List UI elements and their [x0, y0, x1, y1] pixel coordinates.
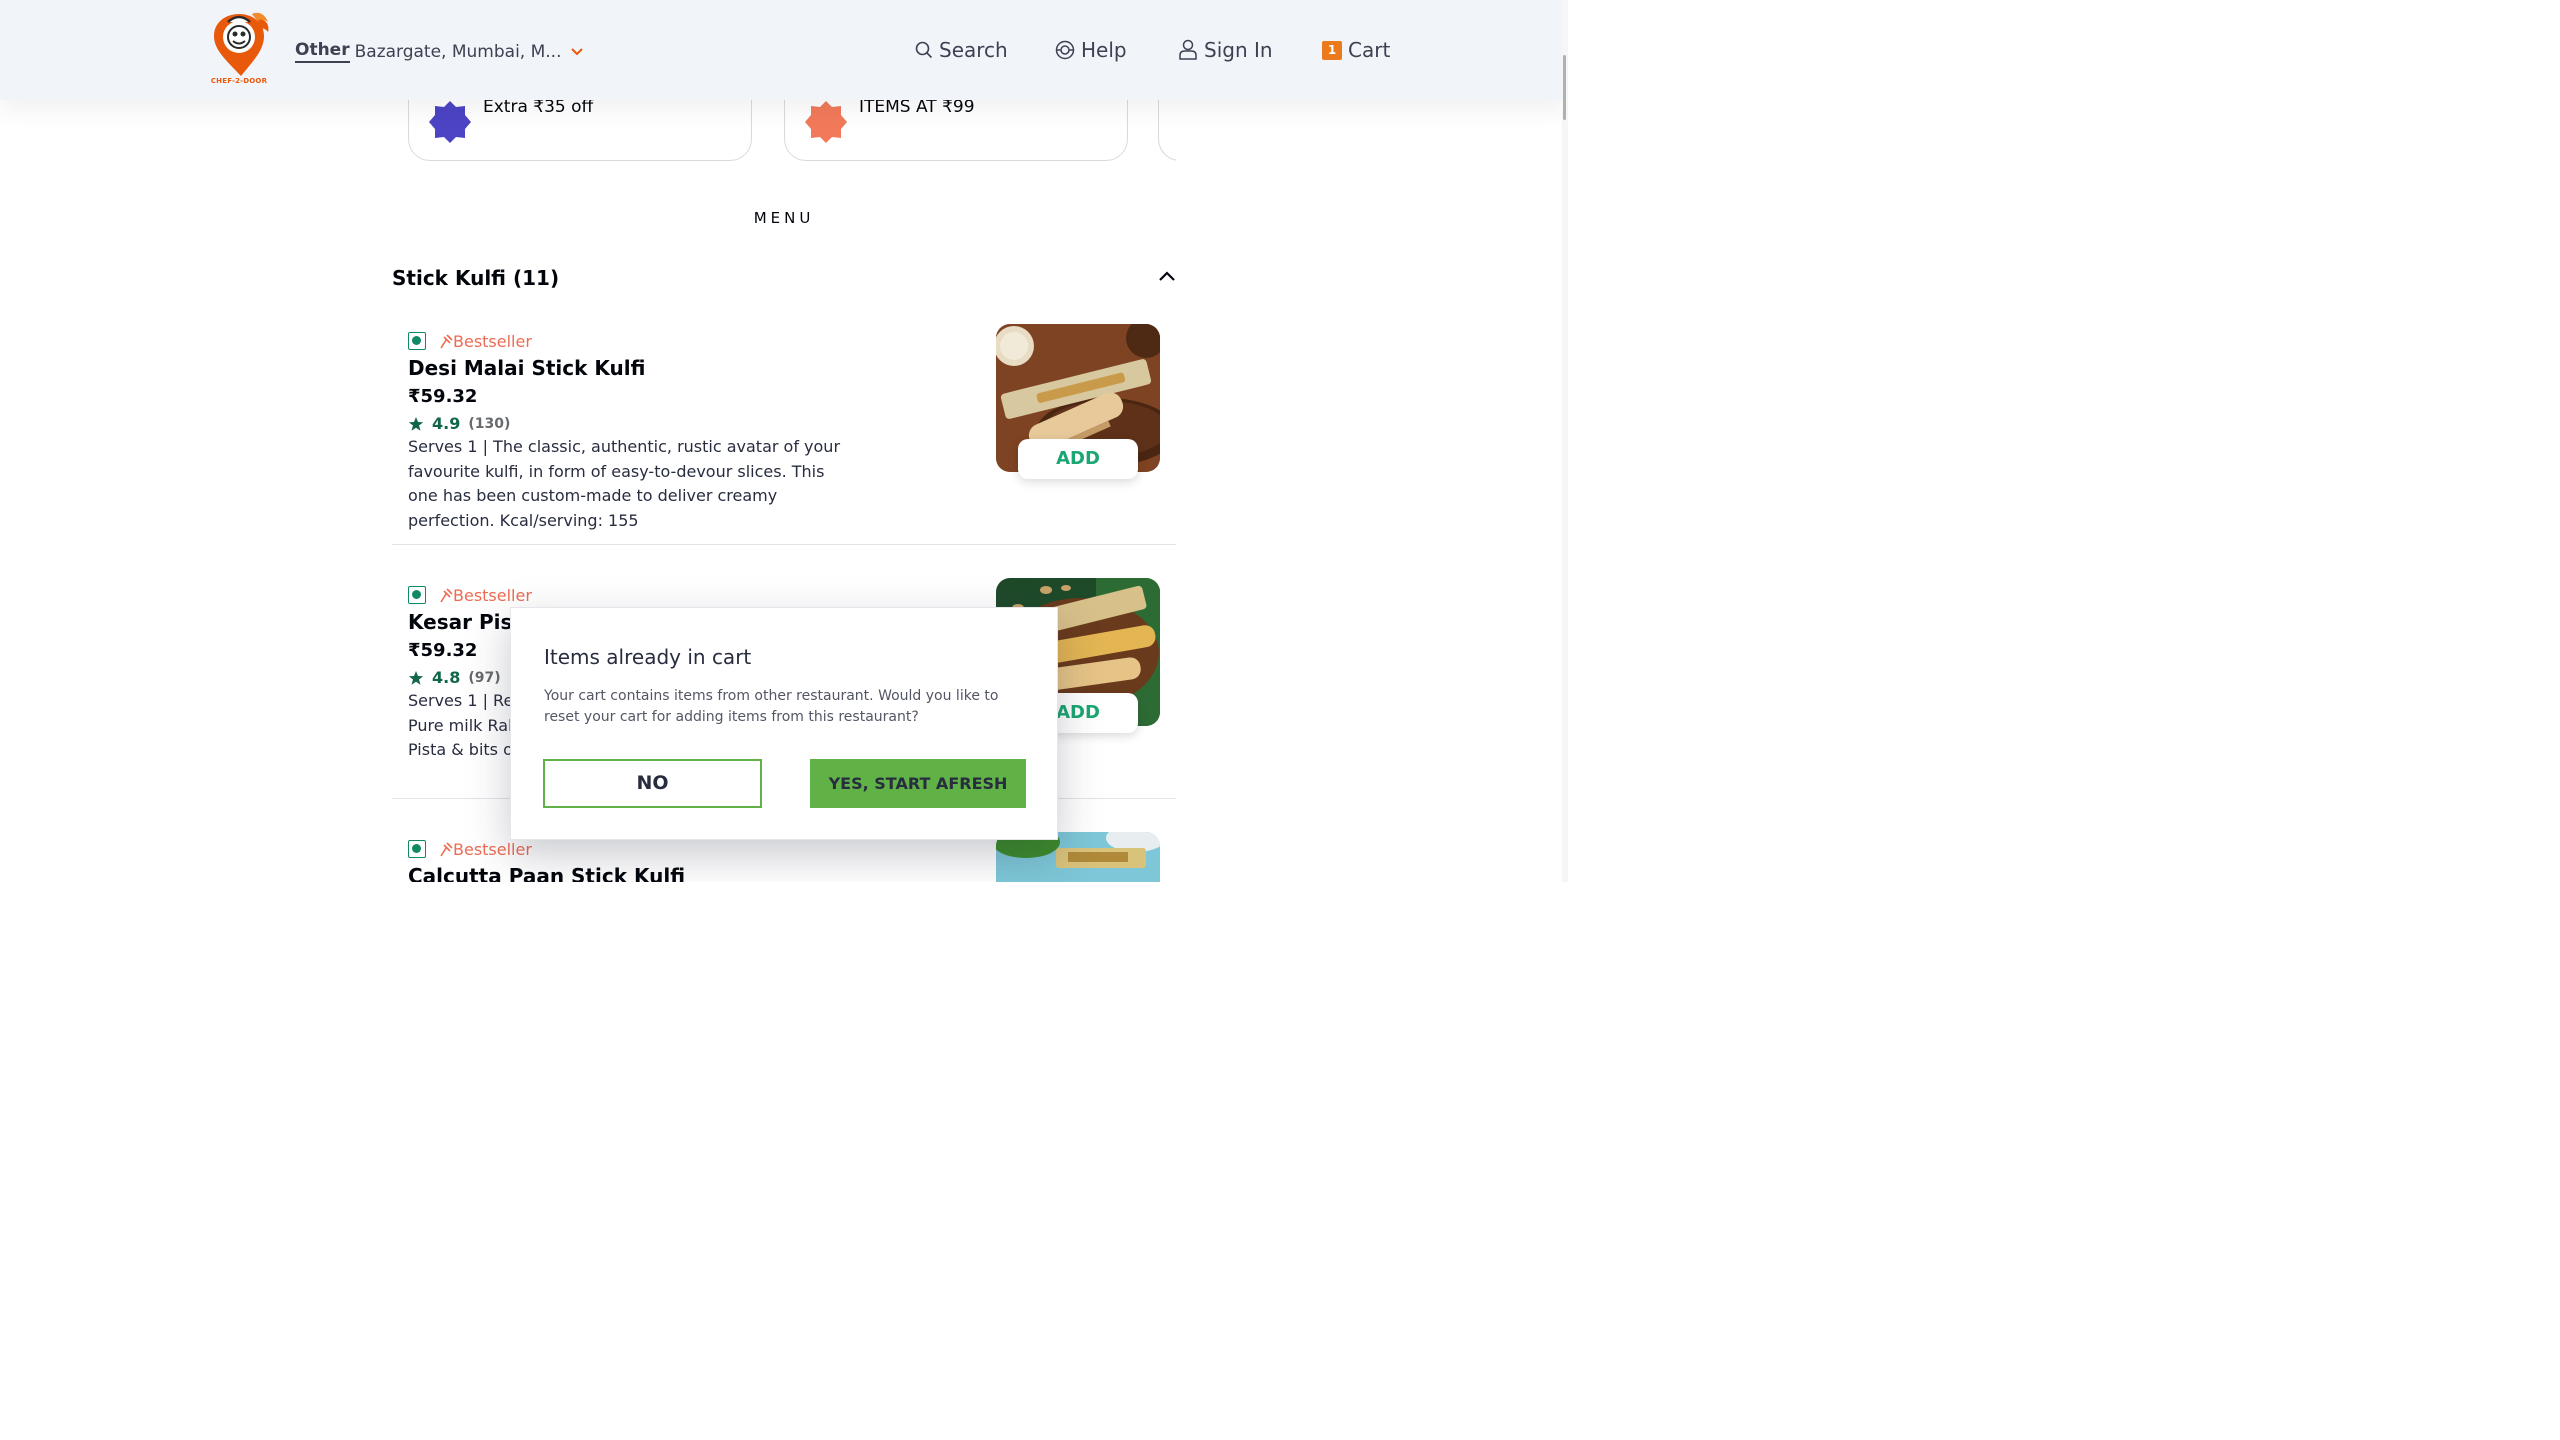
- restaurant-menu-page: CHEF-2-DOOR Other Bazargate, Mumbai, M..…: [0, 0, 1568, 882]
- item-rating: 4.9 (130): [408, 414, 510, 433]
- nav-cart-label: Cart: [1348, 38, 1391, 62]
- bestseller-tag: Bestseller: [438, 332, 532, 351]
- bestseller-tag: Bestseller: [438, 586, 532, 605]
- veg-icon: [408, 332, 426, 350]
- star-icon: [408, 670, 424, 685]
- offer-badge-icon: SAVE X 2: [427, 99, 508, 145]
- location-type: Other: [295, 40, 350, 63]
- rating-value: 4.9: [432, 414, 461, 433]
- offer-mask: [1176, 100, 1568, 170]
- search-icon: [915, 41, 933, 59]
- help-icon: [1055, 40, 1075, 60]
- chevron-up-icon[interactable]: [1158, 269, 1176, 283]
- chef-logo-icon: [214, 12, 269, 76]
- dialog-message: Your cart contains items from other rest…: [544, 688, 999, 725]
- location-address: Bazargate, Mumbai, M...: [354, 41, 562, 62]
- dialog-title: Items already in cart: [544, 645, 752, 669]
- nav-sign-in-label: Sign In: [1204, 38, 1273, 62]
- offer-badge-line2: X 2: [488, 119, 504, 129]
- cart-conflict-dialog: Items already in cart Your cart contains…: [510, 607, 1058, 840]
- bestseller-icon: [440, 334, 453, 349]
- chevron-down-icon: [571, 47, 584, 55]
- bestseller-tag: Bestseller: [438, 840, 532, 859]
- cart-count-badge: 1: [1322, 40, 1342, 60]
- item-price: ₹59.32: [408, 640, 478, 661]
- add-button[interactable]: ADD: [1018, 439, 1138, 479]
- category-title[interactable]: Stick Kulfi (11): [392, 266, 559, 290]
- page-scrollbar[interactable]: [1562, 0, 1568, 882]
- offer-badge-icon: DEAL OF DAY: [803, 99, 889, 145]
- rating-value: 4.8: [432, 668, 461, 687]
- item-description: Serves 1 | The classic, authentic, rusti…: [408, 437, 841, 530]
- veg-icon: [408, 586, 426, 604]
- star-icon: [408, 416, 424, 431]
- veg-icon: [408, 840, 426, 858]
- nav-sign-in[interactable]: Sign In: [1178, 38, 1273, 62]
- menu-item: Bestseller Desi Malai Stick Kulfi ₹59.32…: [392, 324, 1176, 530]
- nav-cart[interactable]: 1 Cart: [1322, 38, 1390, 62]
- user-icon: [1179, 39, 1197, 60]
- logo-text: CHEF-2-DOOR: [210, 77, 268, 85]
- bestseller-label: Bestseller: [453, 840, 532, 859]
- rating-count: (97): [468, 669, 501, 686]
- no-button[interactable]: NO: [543, 759, 762, 808]
- top-header: CHEF-2-DOOR Other Bazargate, Mumbai, M..…: [0, 0, 1568, 100]
- offer-badge-line2: OF DAY: [854, 119, 890, 129]
- scrollbar-thumb[interactable]: [1563, 55, 1566, 120]
- item-rating: 4.8 (97): [408, 668, 501, 687]
- rating-count: (130): [468, 415, 511, 432]
- bestseller-label: Bestseller: [453, 332, 532, 351]
- nav-search[interactable]: Search: [915, 38, 1008, 62]
- item-price: ₹59.32: [408, 386, 478, 407]
- nav-help-label: Help: [1081, 38, 1127, 62]
- item-name: Desi Malai Stick Kulfi: [408, 356, 646, 380]
- nav-search-label: Search: [939, 38, 1008, 62]
- yes-start-afresh-button[interactable]: YES, START AFRESH: [810, 759, 1026, 808]
- bestseller-label: Bestseller: [453, 586, 532, 605]
- offer-text: Extra ₹35 off: [483, 97, 594, 117]
- menu-heading: MENU: [753, 209, 815, 227]
- bestseller-icon: [440, 588, 453, 603]
- nav-help[interactable]: Help: [1055, 38, 1127, 62]
- offer-text: ITEMS AT ₹99: [859, 97, 975, 117]
- item-name: Calcutta Paan Stick Kulfi: [408, 864, 686, 882]
- bestseller-icon: [440, 842, 453, 857]
- item-divider: [392, 544, 1176, 545]
- brand-logo[interactable]: CHEF-2-DOOR: [208, 10, 274, 88]
- location-selector[interactable]: Other Bazargate, Mumbai, M...: [295, 40, 584, 63]
